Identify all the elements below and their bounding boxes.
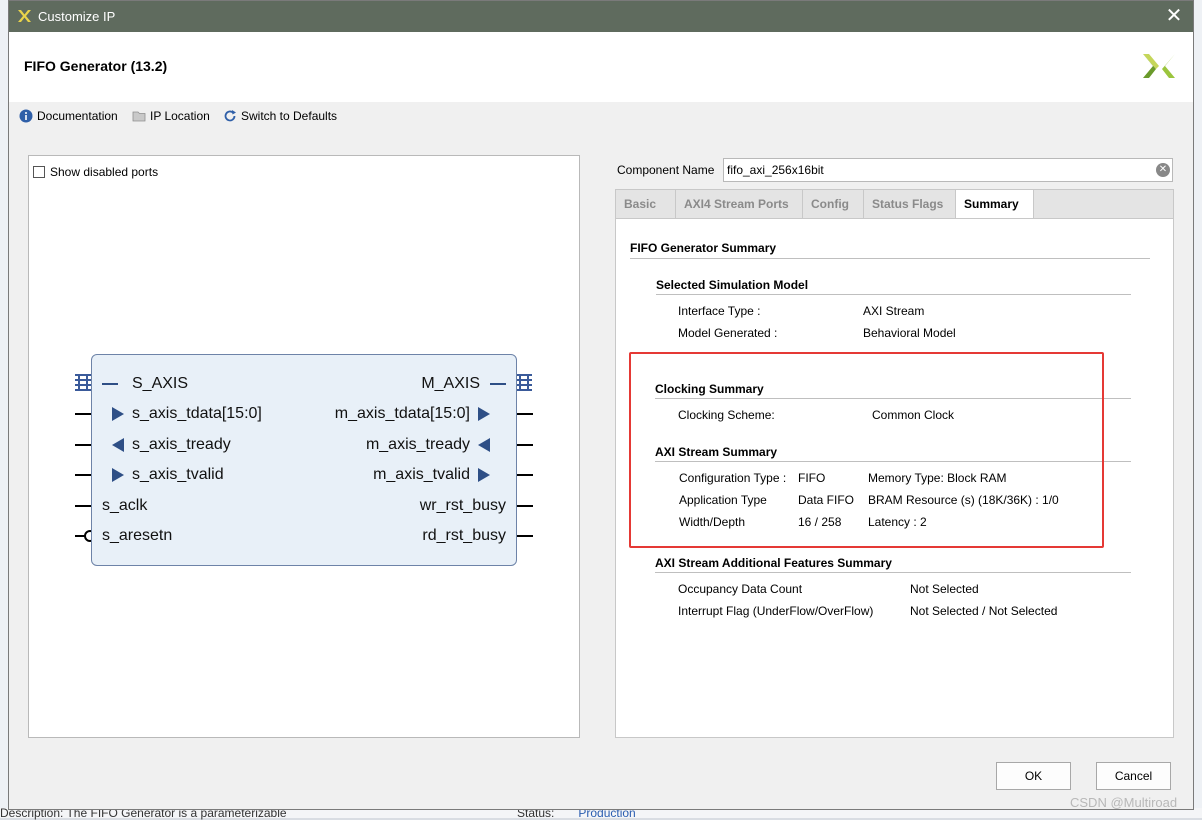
model-generated-label: Model Generated : <box>678 326 778 340</box>
port-s-aresetn: s_aresetn <box>102 527 173 544</box>
pin-s-axis-tready <box>75 444 91 446</box>
pin-m-axis-tvalid <box>517 474 533 476</box>
summary-title: FIFO Generator Summary <box>630 241 777 255</box>
occupancy-label: Occupancy Data Count <box>678 582 803 596</box>
documentation-label: Documentation <box>37 109 118 123</box>
component-name-input[interactable] <box>723 158 1173 182</box>
port-m-axis-tvalid: m_axis_tvalid <box>373 466 506 484</box>
pin-s-aclk <box>75 505 91 507</box>
customize-ip-dialog: Customize IP ✕ FIFO Generator (13.2) Doc… <box>8 0 1194 810</box>
pin-s-axis-tvalid <box>75 474 91 476</box>
interface-type-label: Interface Type : <box>678 304 761 318</box>
additional-features-rule <box>655 572 1131 573</box>
folder-icon <box>132 111 146 122</box>
title-bar: Customize IP ✕ <box>9 1 1193 32</box>
s-axis-bus-icon <box>75 374 91 391</box>
tab-bar: Basic AXI4 Stream Ports Config Status Fl… <box>615 189 1174 220</box>
tab-basic[interactable]: Basic <box>616 190 676 219</box>
port-rd-rst-busy: rd_rst_busy <box>422 527 506 544</box>
ip-location-label: IP Location <box>150 109 210 123</box>
port-m-axis-tdata: m_axis_tdata[15:0] <box>335 405 506 423</box>
additional-features-heading: AXI Stream Additional Features Summary <box>655 556 892 570</box>
pin-wr-rst-busy <box>517 505 533 507</box>
port-s-axis: S_AXIS <box>102 375 188 393</box>
tab-summary[interactable]: Summary <box>956 190 1034 220</box>
tab-status-flags[interactable]: Status Flags <box>864 190 956 219</box>
toolbar: Documentation IP Location Switch to Defa… <box>9 102 1193 134</box>
tab-axi4-stream-ports[interactable]: AXI4 Stream Ports <box>676 190 803 219</box>
interrupt-flag-label: Interrupt Flag (UnderFlow/OverFlow) <box>678 604 874 618</box>
component-name-label: Component Name <box>617 163 715 177</box>
close-icon[interactable]: ✕ <box>1163 5 1185 27</box>
interrupt-flag-value: Not Selected / Not Selected <box>910 604 1058 618</box>
occupancy-value: Not Selected <box>910 582 979 596</box>
clear-icon[interactable]: ✕ <box>1156 163 1170 177</box>
port-m-axis: M_AXIS <box>421 375 506 393</box>
tab-config[interactable]: Config <box>803 190 864 219</box>
highlight-annotation-box <box>629 352 1104 548</box>
documentation-button[interactable]: Documentation <box>19 109 118 123</box>
port-wr-rst-busy: wr_rst_busy <box>419 497 506 514</box>
port-s-axis-tready: s_axis_tready <box>102 436 231 454</box>
m-axis-bus-icon <box>516 374 532 391</box>
sim-model-rule <box>656 294 1131 295</box>
show-disabled-ports-checkbox[interactable] <box>33 166 45 178</box>
port-s-aclk: s_aclk <box>102 497 148 514</box>
window-title: Customize IP <box>38 9 116 24</box>
info-icon <box>19 109 33 123</box>
pin-m-axis-tready <box>517 444 533 446</box>
summary-title-rule <box>630 258 1150 259</box>
switch-to-defaults-button[interactable]: Switch to Defaults <box>223 109 337 123</box>
xilinx-logo-icon <box>18 10 31 22</box>
pin-s-axis-tdata <box>75 413 91 415</box>
port-s-axis-tdata: s_axis_tdata[15:0] <box>102 405 262 423</box>
xilinx-brand-icon <box>1143 54 1175 78</box>
dialog-header: FIFO Generator (13.2) <box>9 32 1193 102</box>
ip-heading: FIFO Generator (13.2) <box>24 58 168 74</box>
switch-to-defaults-label: Switch to Defaults <box>241 109 338 123</box>
ip-location-button[interactable]: IP Location <box>132 109 210 123</box>
port-m-axis-tready: m_axis_tready <box>366 436 506 454</box>
cancel-button[interactable]: Cancel <box>1096 762 1171 790</box>
model-generated-value: Behavioral Model <box>863 326 956 340</box>
show-disabled-ports: Show disabled ports <box>33 165 158 179</box>
sim-model-heading: Selected Simulation Model <box>656 278 809 292</box>
show-disabled-ports-label: Show disabled ports <box>50 165 159 179</box>
fifo-block-symbol: S_AXIS s_axis_tdata[15:0] s_axis_tready … <box>91 354 517 566</box>
background-app-right <box>1193 0 1202 818</box>
refresh-icon <box>224 110 236 122</box>
ok-button[interactable]: OK <box>996 762 1071 790</box>
interface-type-value: AXI Stream <box>863 304 925 318</box>
port-s-axis-tvalid: s_axis_tvalid <box>102 466 224 484</box>
pin-m-axis-tdata <box>517 413 533 415</box>
pin-rd-rst-busy <box>517 535 533 537</box>
watermark: CSDN @Multiroad <box>1070 795 1178 810</box>
ip-symbol-panel: Show disabled ports S_AXIS s_axis_tdata[… <box>28 155 580 738</box>
